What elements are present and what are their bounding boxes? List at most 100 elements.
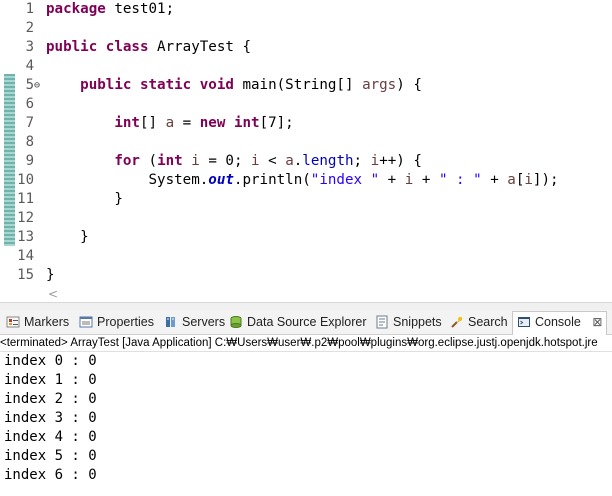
code-line[interactable]: 7 int[] a = new int[7]; — [0, 114, 612, 133]
code-token: a — [507, 172, 516, 188]
code-token: + — [379, 172, 405, 188]
tab-data-source-explorer[interactable]: Data Source Explorer — [229, 312, 367, 332]
code-text: } — [46, 190, 123, 209]
code-token: package — [46, 1, 106, 17]
database-icon — [230, 316, 242, 328]
code-token: test01; — [105, 1, 175, 17]
code-token: a — [165, 115, 175, 131]
code-line[interactable]: 14 — [0, 247, 612, 266]
code-token: class — [105, 39, 149, 55]
tab-label: Servers — [182, 315, 226, 329]
code-line[interactable]: 8 — [0, 133, 612, 152]
code-token: "index " — [310, 172, 380, 188]
line-number: 7 — [25, 115, 34, 131]
code-line[interactable]: 15} — [0, 266, 612, 285]
line-number: 13 — [17, 229, 34, 245]
code-token: } — [46, 229, 89, 245]
console-line: index 2 : 0 — [4, 391, 97, 407]
code-text: } — [46, 266, 55, 285]
code-token: void — [199, 77, 234, 93]
code-editor[interactable]: 1 package test01; 2 3 public class ArrayTest… — [0, 0, 612, 288]
code-token: main(String[] — [233, 77, 363, 93]
code-line[interactable]: 12 — [0, 209, 612, 228]
code-line[interactable]: 3 public class ArrayTest { — [0, 38, 612, 57]
tab-label: Data Source Explorer — [247, 315, 367, 329]
code-token: ; — [353, 153, 371, 169]
code-line[interactable]: 6 — [0, 95, 612, 114]
console-line: index 3 : 0 — [4, 410, 97, 426]
code-token: i — [370, 153, 380, 169]
code-token: + — [413, 172, 439, 188]
console-line: index 4 : 0 — [4, 429, 97, 445]
horizontal-scrollbar[interactable]: < — [40, 287, 612, 302]
code-token: out — [208, 172, 234, 188]
code-line[interactable]: 11 } — [0, 190, 612, 209]
code-token: " : " — [438, 172, 482, 188]
line-number: 10 — [17, 172, 34, 188]
scroll-left-icon[interactable]: < — [48, 287, 58, 301]
console-icon — [518, 317, 530, 327]
line-number: 14 — [17, 248, 34, 264]
code-token: ++) { — [379, 153, 422, 169]
tab-markers[interactable]: Markers — [6, 312, 69, 332]
code-text: public class ArrayTest { — [46, 38, 251, 57]
code-token: System. — [46, 172, 209, 188]
code-text: for (int i = 0; i < a.length; i++) { — [46, 152, 422, 171]
console-line: index 0 : 0 — [4, 353, 97, 369]
line-number: 9 — [25, 153, 34, 169]
code-token: int — [114, 115, 140, 131]
tab-label: Properties — [97, 315, 154, 329]
tab-snippets[interactable]: Snippets — [375, 312, 442, 332]
code-line[interactable]: 1 package test01; — [0, 0, 612, 19]
code-token: + — [481, 172, 508, 188]
code-line[interactable]: 9 for (int i = 0; i < a.length; i++) { — [0, 152, 612, 171]
code-text: } — [46, 228, 89, 247]
line-number: 15 — [17, 267, 34, 283]
console-line: index 5 : 0 — [4, 448, 97, 464]
console-output[interactable]: index 0 : 0 index 1 : 0 index 2 : 0 index 3… — [4, 352, 604, 485]
code-line[interactable]: 5 ⊖ public static void main(String[] args… — [0, 76, 612, 95]
code-token: ) { — [396, 77, 422, 93]
code-token: ArrayTest { — [148, 39, 252, 55]
code-line[interactable]: 10 System.out.println("index " + i + " :… — [0, 171, 612, 190]
console-line: index 1 : 0 — [4, 372, 97, 388]
tab-properties[interactable]: Properties — [79, 312, 154, 332]
tab-servers[interactable]: Servers — [164, 312, 225, 332]
console-status: <terminated> ArrayTest [Java Application… — [0, 335, 612, 352]
code-line[interactable]: 4 — [0, 57, 612, 76]
search-icon — [451, 317, 462, 328]
view-tab-bar: Markers Properties Servers Data Source E… — [0, 310, 612, 335]
code-token: } — [46, 267, 55, 283]
code-token: [7]; — [259, 115, 294, 131]
code-token: public — [46, 39, 98, 55]
code-token: } — [46, 191, 123, 207]
code-token: int — [157, 153, 183, 169]
code-token: = 0; — [199, 153, 252, 169]
markers-icon — [6, 316, 20, 328]
close-icon[interactable]: ⊠ — [592, 315, 602, 329]
line-number: 12 — [17, 210, 34, 226]
code-line[interactable]: 2 — [0, 19, 612, 38]
code-token: args — [362, 77, 397, 93]
fold-toggle-icon[interactable]: ⊖ — [34, 76, 40, 95]
tab-console[interactable]: Console ⊠ — [512, 311, 608, 335]
code-token: i — [191, 153, 200, 169]
snippets-icon — [376, 315, 388, 329]
code-token: < — [259, 153, 286, 169]
tab-search[interactable]: Search — [450, 312, 508, 332]
code-token: length — [302, 153, 354, 169]
line-number: 2 — [25, 20, 34, 36]
code-token: a — [285, 153, 294, 169]
code-line[interactable]: 13 } — [0, 228, 612, 247]
code-token: static — [139, 77, 192, 93]
code-text: int[] a = new int[7]; — [46, 114, 294, 133]
code-token: [] — [139, 115, 166, 131]
line-number: 6 — [25, 96, 34, 112]
code-text: System.out.println("index " + i + " : " … — [46, 171, 558, 190]
line-number: 1 — [25, 1, 34, 17]
code-token: .println( — [233, 172, 311, 188]
